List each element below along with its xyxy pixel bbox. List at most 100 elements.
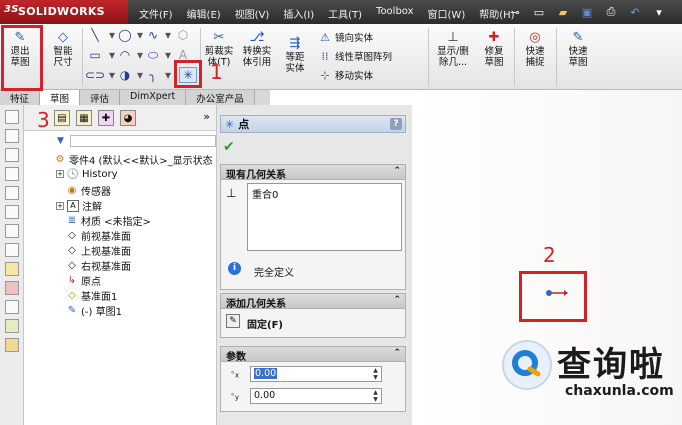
tree-root-part[interactable]: ⚙ 零件4 (默认<<默认>_显示状态 xyxy=(54,152,213,167)
line-icon[interactable]: ╲ xyxy=(86,27,104,43)
tab-office-products[interactable]: 办公室产品 xyxy=(186,90,255,105)
quick-snaps-label: 快速捕捉 xyxy=(525,46,545,68)
parameters-title: 参数 xyxy=(226,352,246,363)
logo-text: SOLIDWORKS xyxy=(18,5,105,18)
print-icon[interactable]: ⎙ xyxy=(601,2,621,22)
menu-view[interactable]: 视图(V) xyxy=(228,0,277,24)
menu-toolbox[interactable]: Toolbox xyxy=(369,0,421,24)
tab-dimxpert[interactable]: DimXpert xyxy=(120,90,187,105)
layer-tool-icon[interactable] xyxy=(4,319,19,333)
ribbon-separator xyxy=(556,28,557,86)
repair-tool-icon[interactable] xyxy=(4,281,19,295)
configuration-manager-icon[interactable]: ✚ xyxy=(98,110,114,126)
solidworks-logo[interactable]: 3S SOLIDWORKS xyxy=(0,0,128,24)
rectangle-icon[interactable]: ▭ xyxy=(86,47,104,63)
show-delete-label: 显示/删除几... xyxy=(437,46,469,68)
feature-manager-icon[interactable]: ▤ xyxy=(54,110,70,126)
view-icon[interactable] xyxy=(4,224,19,238)
convert-entities-button[interactable]: ⎇ 转换实体引用 xyxy=(238,28,276,69)
view-icon[interactable] xyxy=(4,205,19,219)
menu-edit[interactable]: 编辑(E) xyxy=(180,0,228,24)
save-icon[interactable]: ▣ xyxy=(577,2,597,22)
tree-item-material[interactable]: ≣ 材质 <未指定> xyxy=(66,213,151,228)
menu-insert[interactable]: 插入(I) xyxy=(276,0,321,24)
tree-item-plane1[interactable]: ◇ 基准面1 xyxy=(66,288,117,303)
relations-list[interactable]: 重合0 xyxy=(247,183,402,251)
offset-entities-button[interactable]: ⇶ 等距实体 xyxy=(280,34,310,75)
plane-icon: ◇ xyxy=(68,260,76,271)
repair-sketch-button[interactable]: ✚ 修复草图 xyxy=(478,28,510,69)
linear-pattern-button[interactable]: ⁞⁞ 线性草图阵列 xyxy=(318,49,393,64)
tree-item-sketch1[interactable]: ✎ (-) 草图1 xyxy=(66,303,122,318)
new-file-icon[interactable]: ▭ xyxy=(529,2,549,22)
expand-icon[interactable]: + xyxy=(56,170,64,178)
tree-item-sensors[interactable]: ◉ 传感器 xyxy=(66,183,111,198)
move-entities-button[interactable]: ⊹ 移动实体 xyxy=(318,68,373,83)
property-manager-icon[interactable]: ▦ xyxy=(76,110,92,126)
layer-tool-icon[interactable] xyxy=(4,338,19,352)
smart-dimension-button[interactable]: ◇ 智能尺寸 xyxy=(46,28,80,69)
tab-evaluate[interactable]: 评估 xyxy=(80,90,121,105)
tree-item-history[interactable]: + 🕓 History xyxy=(56,168,118,180)
relations-tool-icon[interactable] xyxy=(4,300,19,314)
fix-relation-button[interactable]: 固定(F) xyxy=(247,316,283,331)
pin-icon[interactable]: ⊸ xyxy=(505,2,525,22)
undo-icon[interactable]: ↶ xyxy=(625,2,645,22)
sketch-point[interactable] xyxy=(540,285,570,301)
history-icon: 🕓 xyxy=(66,168,80,180)
linear-pattern-icon: ⁞⁞ xyxy=(321,49,329,63)
tree-item-top-plane[interactable]: ◇ 上视基准面 xyxy=(66,243,131,258)
tree-item-origin[interactable]: ↳ 原点 xyxy=(66,273,101,288)
expand-icon[interactable]: + xyxy=(56,201,64,210)
spinner-icon[interactable]: ▲ ▼ xyxy=(371,389,380,403)
slot-icon[interactable]: ⊂⊃ xyxy=(85,67,105,83)
fix-relation-icon[interactable]: ✎ xyxy=(226,314,240,328)
view-icon[interactable] xyxy=(4,110,19,124)
help-button[interactable]: ? xyxy=(390,118,402,130)
dropdown-icon[interactable]: ▾ xyxy=(159,67,177,83)
expand-arrows-icon[interactable]: » xyxy=(203,110,210,123)
filter-icon[interactable]: ▼ xyxy=(57,136,64,146)
tab-sketch[interactable]: 草图 xyxy=(40,90,81,105)
view-icon[interactable] xyxy=(4,186,19,200)
exit-sketch-button[interactable]: ✎ 退出草图 xyxy=(4,28,36,69)
sketch-point-marker[interactable] xyxy=(546,290,552,296)
open-folder-icon[interactable]: ▰ xyxy=(553,2,573,22)
tree-item-label: (-) 草图1 xyxy=(81,307,122,318)
menu-tools[interactable]: 工具(T) xyxy=(321,0,369,24)
repair-label: 修复草图 xyxy=(484,46,504,68)
point-icon[interactable]: ✳ xyxy=(179,67,197,83)
quick-snaps-button[interactable]: ◎ 快速捕捉 xyxy=(518,28,552,69)
menu-window[interactable]: 窗口(W) xyxy=(421,0,473,24)
collapse-icon[interactable]: ⌃ xyxy=(393,166,401,176)
tree-filter-input[interactable] xyxy=(70,135,216,147)
x-coordinate-input[interactable]: 0.00 ▲ ▼ xyxy=(250,366,382,382)
relation-item[interactable]: 重合0 xyxy=(252,186,397,201)
spinner-icon[interactable]: ▲ ▼ xyxy=(371,367,380,381)
existing-relations-header[interactable]: 现有几何关系 ⌃ xyxy=(221,165,405,181)
rapid-sketch-button[interactable]: ✎ 快速草图 xyxy=(560,28,596,69)
menu-file[interactable]: 文件(F) xyxy=(132,0,180,24)
sketch-tool-icon[interactable] xyxy=(4,262,19,276)
mirror-entities-button[interactable]: ⚠ 镜向实体 xyxy=(318,30,373,45)
show-delete-relations-button[interactable]: ⊥ 显示/删除几... xyxy=(432,28,474,69)
tree-item-front-plane[interactable]: ◇ 前视基准面 xyxy=(66,228,131,243)
collapse-icon[interactable]: ⌃ xyxy=(393,348,401,358)
view-icon[interactable] xyxy=(4,243,19,257)
text-icon[interactable]: A xyxy=(174,47,192,63)
sketch-icon: ✎ xyxy=(67,305,77,316)
view-icon[interactable] xyxy=(4,167,19,181)
view-icon[interactable] xyxy=(4,148,19,162)
add-relations-header[interactable]: 添加几何关系 ⌃ xyxy=(221,294,405,310)
ok-check-icon[interactable]: ✔ xyxy=(223,139,235,155)
tab-features[interactable]: 特征 xyxy=(0,90,41,105)
y-coordinate-input[interactable]: 0.00 ▲ ▼ xyxy=(250,388,382,404)
polygon-icon[interactable]: ⬡ xyxy=(174,27,192,43)
display-manager-icon[interactable]: ◕ xyxy=(120,110,136,126)
view-icon[interactable] xyxy=(4,129,19,143)
tree-item-right-plane[interactable]: ◇ 右视基准面 xyxy=(66,258,131,273)
tree-item-annotations[interactable]: + A 注解 xyxy=(56,198,102,213)
dropdown-icon[interactable]: ▾ xyxy=(649,2,669,22)
collapse-icon[interactable]: ⌃ xyxy=(393,295,401,305)
parameters-header[interactable]: 参数 ⌃ xyxy=(221,347,405,363)
